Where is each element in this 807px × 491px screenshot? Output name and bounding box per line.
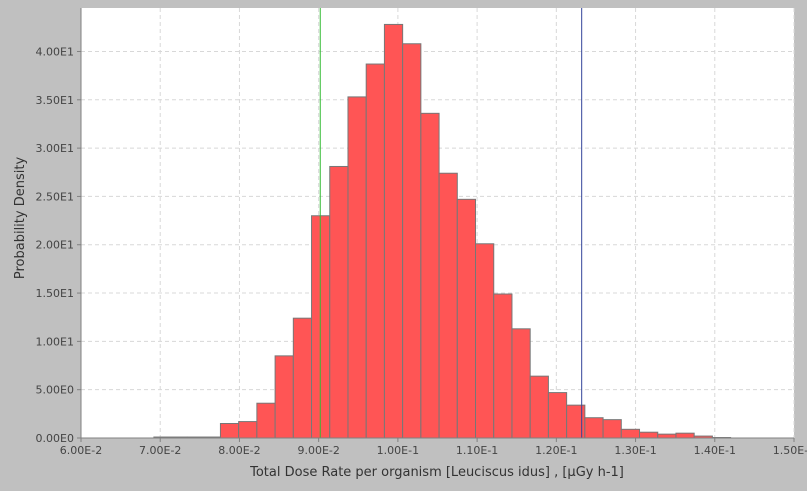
x-tick-label: 1.20E-1 bbox=[535, 444, 577, 457]
histogram-bar bbox=[493, 293, 513, 439]
histogram-bar bbox=[438, 172, 458, 439]
x-tick-label: 1.30E-1 bbox=[614, 444, 656, 457]
histogram-bar bbox=[329, 165, 349, 439]
x-tick-label: 9.00E-2 bbox=[297, 444, 339, 457]
y-tick-label: 3.50E1 bbox=[36, 94, 74, 107]
x-tick-label: 1.50E-1 bbox=[773, 444, 807, 457]
histogram-bar bbox=[639, 431, 659, 439]
x-tick-label: 8.00E-2 bbox=[218, 444, 260, 457]
y-tick-label: 1.00E1 bbox=[36, 335, 74, 348]
histogram-bar bbox=[365, 63, 385, 439]
histogram-bar bbox=[620, 428, 641, 439]
y-axis-title: Probability Density bbox=[13, 157, 28, 280]
y-tick-label: 4.00E1 bbox=[36, 45, 74, 58]
histogram-bar bbox=[529, 375, 549, 439]
histogram-bar bbox=[602, 419, 622, 439]
y-tick-label: 2.50E1 bbox=[36, 190, 74, 203]
x-axis-ticks: 6.00E-2 7.00E-2 8.00E-2 9.00E-2 1.00E-1 1.10E… bbox=[60, 438, 807, 457]
histogram-bar bbox=[274, 355, 294, 439]
x-tick-label: 1.10E-1 bbox=[456, 444, 498, 457]
y-tick-label: 5.00E0 bbox=[36, 384, 74, 397]
histogram-chart: 6.00E-2 7.00E-2 8.00E-2 9.00E-2 1.00E-1 1.10E… bbox=[0, 0, 807, 486]
histogram-bar bbox=[347, 96, 367, 439]
histogram-bar bbox=[511, 328, 531, 439]
histogram-bar bbox=[420, 112, 440, 439]
y-tick-label: 1.50E1 bbox=[36, 287, 74, 300]
y-axis-ticks: 0.00E0 5.00E0 1.00E1 1.50E1 2.00E1 2.50E1 3.00… bbox=[36, 45, 81, 445]
x-tick-label: 6.00E-2 bbox=[60, 444, 102, 457]
histogram-bar bbox=[675, 432, 695, 439]
y-tick-label: 2.00E1 bbox=[36, 239, 74, 252]
chart-svg: 6.00E-2 7.00E-2 8.00E-2 9.00E-2 1.00E-1 1.10E… bbox=[13, 8, 807, 480]
x-tick-label: 1.40E-1 bbox=[694, 444, 736, 457]
histogram-bar bbox=[383, 23, 404, 439]
histogram-bar bbox=[238, 421, 258, 439]
histogram-bar bbox=[657, 433, 677, 439]
histogram-bar bbox=[402, 43, 422, 439]
x-tick-label: 1.00E-1 bbox=[377, 444, 419, 457]
histogram-bar bbox=[292, 317, 313, 439]
histogram-bar bbox=[475, 243, 495, 439]
histogram-bar bbox=[547, 392, 568, 439]
x-tick-label: 7.00E-2 bbox=[139, 444, 181, 457]
histogram-bar bbox=[584, 417, 604, 439]
histogram-bar bbox=[456, 198, 477, 439]
x-axis-title: Total Dose Rate per organism [Leuciscus … bbox=[249, 465, 624, 480]
y-tick-label: 3.00E1 bbox=[36, 142, 74, 155]
histogram-bar bbox=[256, 402, 276, 439]
histogram-bar bbox=[219, 423, 240, 439]
y-tick-label: 0.00E0 bbox=[36, 432, 74, 445]
